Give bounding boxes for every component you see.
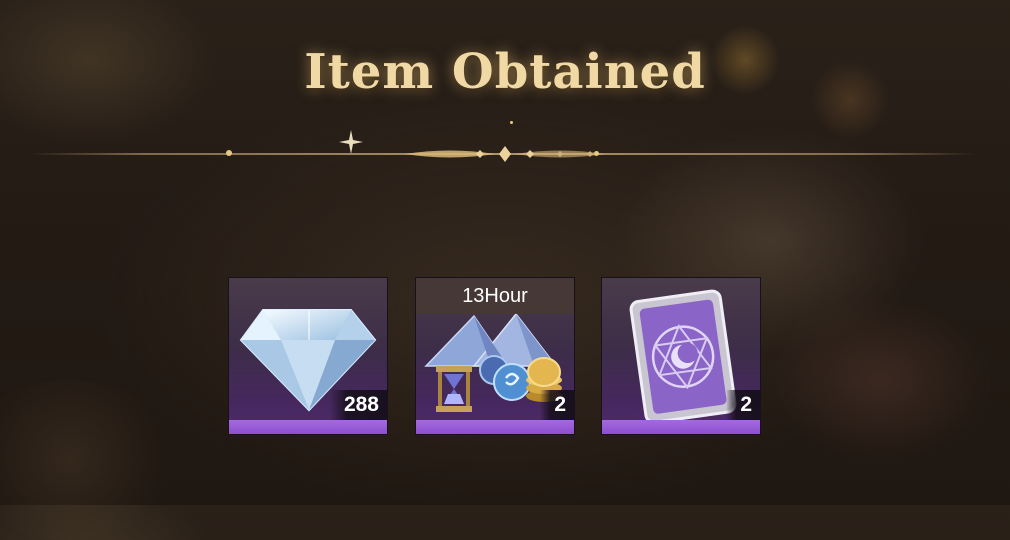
sparkle-dot	[594, 151, 599, 156]
bokeh-light	[0, 380, 180, 540]
sparkle-dot	[510, 121, 513, 124]
rarity-bar	[229, 420, 387, 434]
item-quantity: 2	[540, 390, 574, 420]
rarity-bar	[416, 420, 574, 434]
item-card-diamond[interactable]: 288	[228, 277, 388, 435]
item-timer: 13Hour	[416, 278, 574, 314]
sparkle-dot	[226, 150, 232, 156]
rarity-bar	[602, 420, 760, 434]
sparkle-icon	[339, 130, 363, 154]
item-card-moon-card[interactable]: 2	[601, 277, 761, 435]
item-quantity: 2	[726, 390, 760, 420]
divider-ornament-icon	[405, 146, 605, 162]
item-quantity: 288	[329, 390, 387, 420]
page-title: Item Obtained	[304, 44, 706, 100]
item-card-time-bundle[interactable]: 13Hour 2	[415, 277, 575, 435]
